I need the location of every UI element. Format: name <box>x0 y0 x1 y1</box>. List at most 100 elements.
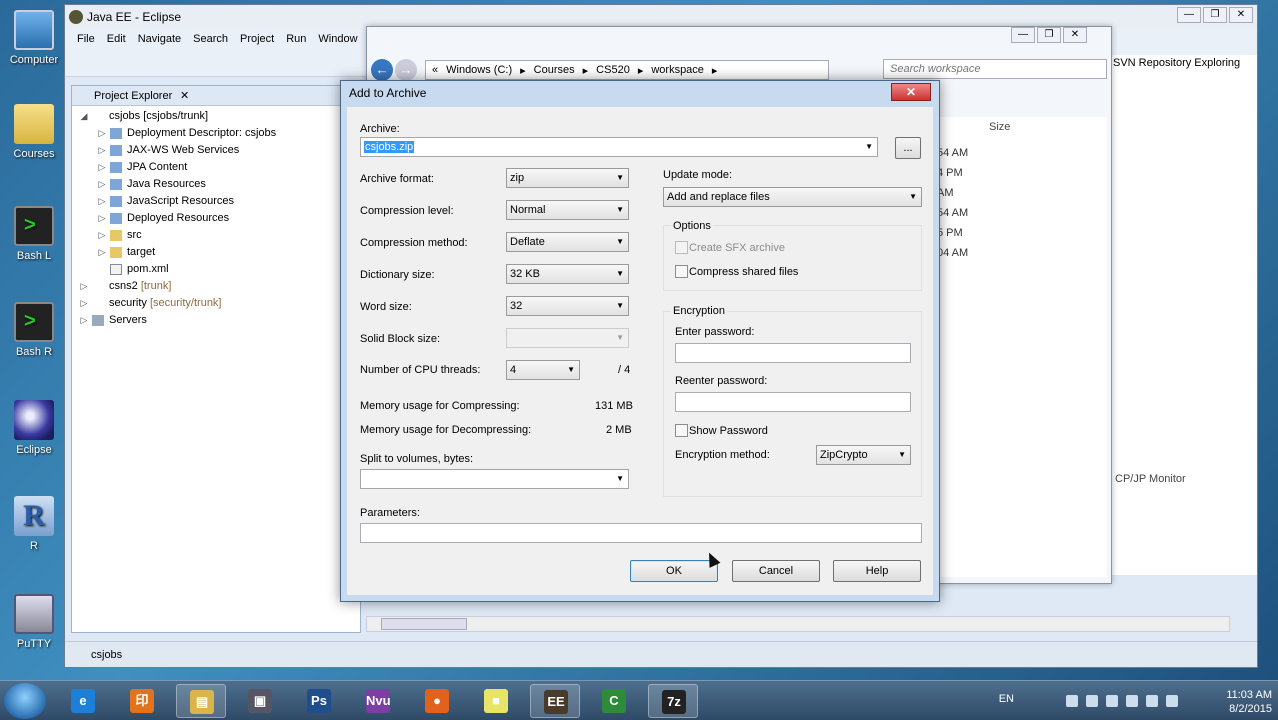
archive-path-combo[interactable]: csjobs.zip ▼ <box>360 137 878 157</box>
update-mode-select[interactable]: Add and replace files ▼ <box>663 187 922 207</box>
taskbar-photoshop[interactable]: Ps <box>294 684 344 718</box>
menu-window[interactable]: Window <box>312 29 363 51</box>
tree-item[interactable]: ▷ Servers <box>72 312 360 329</box>
collapsed-arrow-icon[interactable]: ▷ <box>98 142 106 159</box>
minimize-button[interactable]: — <box>1011 27 1035 43</box>
search-input[interactable]: Search workspace <box>883 59 1107 79</box>
close-button[interactable]: ✕ <box>1229 7 1253 23</box>
network-icon[interactable] <box>1146 695 1158 707</box>
parameters-input[interactable] <box>360 523 922 543</box>
tree-item[interactable]: pom.xml <box>72 261 360 278</box>
taskbar-7zip[interactable]: 7z <box>648 684 698 718</box>
cpu-threads-select[interactable]: 4 ▼ <box>506 360 580 380</box>
taskbar-camtasia[interactable]: C <box>589 684 639 718</box>
taskbar-java-ee-ide[interactable]: EE <box>530 684 580 718</box>
collapsed-arrow-icon[interactable]: ▷ <box>80 312 88 329</box>
collapsed-arrow-icon[interactable]: ▷ <box>98 227 106 244</box>
minimize-button[interactable]: — <box>1177 7 1201 23</box>
taskbar-sticky-notes[interactable]: ■ <box>471 684 521 718</box>
tree-item[interactable]: ▷ security [security/trunk] <box>72 295 360 312</box>
dictionary-size-select[interactable]: 32 KB ▼ <box>506 264 629 284</box>
menu-edit[interactable]: Edit <box>101 29 132 51</box>
reenter-password-input[interactable] <box>675 392 911 412</box>
taskbar-security-app[interactable]: ▣ <box>235 684 285 718</box>
collapsed-arrow-icon[interactable]: ▷ <box>98 244 106 261</box>
tree-item[interactable]: ▷ Java Resources <box>72 176 360 193</box>
clock-time[interactable]: 11:03 AM <box>1226 689 1272 701</box>
tree-item[interactable]: ▷ Deployed Resources <box>72 210 360 227</box>
collapsed-arrow-icon[interactable]: ▷ <box>80 295 88 312</box>
desktop-icon-r[interactable]: R R <box>4 496 64 552</box>
ok-button[interactable]: OK <box>630 560 718 582</box>
menu-project[interactable]: Project <box>234 29 280 51</box>
word-size-select[interactable]: 32 ▼ <box>506 296 629 316</box>
password-input[interactable] <box>675 343 911 363</box>
collapsed-arrow-icon[interactable]: ▷ <box>98 176 106 193</box>
breadcrumb-item[interactable]: Courses <box>534 64 575 76</box>
menu-navigate[interactable]: Navigate <box>132 29 187 51</box>
menu-run[interactable]: Run <box>280 29 312 51</box>
collapsed-arrow-icon[interactable]: ▷ <box>98 125 106 142</box>
encryption-method-select[interactable]: ZipCrypto ▼ <box>816 445 911 465</box>
tree-item[interactable]: ▷ target <box>72 244 360 261</box>
taskbar-file-explorer[interactable]: ▤ <box>176 684 226 718</box>
maximize-button[interactable]: ❐ <box>1037 27 1061 43</box>
back-arrow-icon[interactable]: ← <box>371 59 393 81</box>
start-button[interactable] <box>4 683 46 719</box>
archive-format-select[interactable]: zip ▼ <box>506 168 629 188</box>
show-password-checkbox[interactable] <box>675 424 688 437</box>
tcpip-monitor-tab[interactable]: CP/JP Monitor <box>1115 473 1186 485</box>
size-column-header[interactable]: Size <box>989 121 1010 133</box>
tree-item[interactable]: ▷ JPA Content <box>72 159 360 176</box>
menu-file[interactable]: File <box>71 29 101 51</box>
breadcrumb-item[interactable]: workspace <box>651 64 704 76</box>
cancel-button[interactable]: Cancel <box>732 560 820 582</box>
desktop-icon-bash-r[interactable]: Bash R <box>4 302 64 358</box>
flag-icon[interactable] <box>1106 695 1118 707</box>
desktop-icon-courses[interactable]: Courses <box>4 104 64 160</box>
expanded-arrow-icon[interactable]: ◢ <box>80 108 88 125</box>
split-volumes-combo[interactable]: ▼ <box>360 469 629 489</box>
scroll-thumb[interactable] <box>381 618 467 630</box>
compression-level-select[interactable]: Normal ▼ <box>506 200 629 220</box>
breadcrumb-item[interactable]: Windows (C:) <box>446 64 512 76</box>
desktop-icon-bash-l[interactable]: Bash L <box>4 206 64 262</box>
breadcrumb-item[interactable]: CS520 <box>596 64 630 76</box>
drive-icon[interactable] <box>1166 695 1178 707</box>
project-explorer-tab[interactable]: Project Explorer ✕ <box>72 86 360 106</box>
close-button[interactable]: ✕ <box>1063 27 1087 43</box>
collapsed-arrow-icon[interactable]: ▷ <box>98 210 106 227</box>
tree-item[interactable]: ▷ Deployment Descriptor: csjobs <box>72 125 360 142</box>
browse-button[interactable]: ... <box>895 137 921 159</box>
taskbar-firefox[interactable]: ● <box>412 684 462 718</box>
collapsed-arrow-icon[interactable]: ▷ <box>80 278 88 295</box>
create-sfx-checkbox[interactable] <box>675 241 688 254</box>
horizontal-scrollbar[interactable] <box>366 616 1230 632</box>
tree-item[interactable]: ▷ JAX-WS Web Services <box>72 142 360 159</box>
tree-item[interactable]: ▷ JavaScript Resources <box>72 193 360 210</box>
forward-arrow-icon[interactable]: → <box>395 59 417 81</box>
tree-item[interactable]: ◢ csjobs [csjobs/trunk] <box>72 108 360 125</box>
compress-shared-checkbox[interactable] <box>675 265 688 278</box>
menu-search[interactable]: Search <box>187 29 234 51</box>
tree-item[interactable]: ▷ src <box>72 227 360 244</box>
taskbar-nvu[interactable]: Nvu <box>353 684 403 718</box>
breadcrumb[interactable]: « Windows (C:) ▸ Courses ▸ CS520 ▸ works… <box>425 60 829 80</box>
battery-icon[interactable] <box>1066 695 1078 707</box>
solid-block-select[interactable]: ▼ <box>506 328 629 348</box>
desktop-icon-computer[interactable]: Computer <box>4 10 64 66</box>
windows-icon[interactable] <box>1086 695 1098 707</box>
tree-item[interactable]: ▷ csns2 [trunk] <box>72 278 360 295</box>
taskbar-internet-explorer[interactable]: e <box>58 684 108 718</box>
taskbar-app-orange[interactable]: 印 <box>117 684 167 718</box>
clock-date[interactable]: 8/2/2015 <box>1226 703 1272 715</box>
maximize-button[interactable]: ❐ <box>1203 7 1227 23</box>
desktop-icon-putty[interactable]: PuTTY <box>4 594 64 650</box>
desktop-icon-eclipse[interactable]: Eclipse <box>4 400 64 456</box>
compression-method-select[interactable]: Deflate ▼ <box>506 232 629 252</box>
close-tab-icon[interactable]: ✕ <box>180 86 189 106</box>
help-button[interactable]: Help <box>833 560 921 582</box>
collapsed-arrow-icon[interactable]: ▷ <box>98 193 106 210</box>
close-icon[interactable]: ✕ <box>891 83 931 101</box>
svn-perspective-tab[interactable]: SVN Repository Exploring <box>1113 57 1240 69</box>
